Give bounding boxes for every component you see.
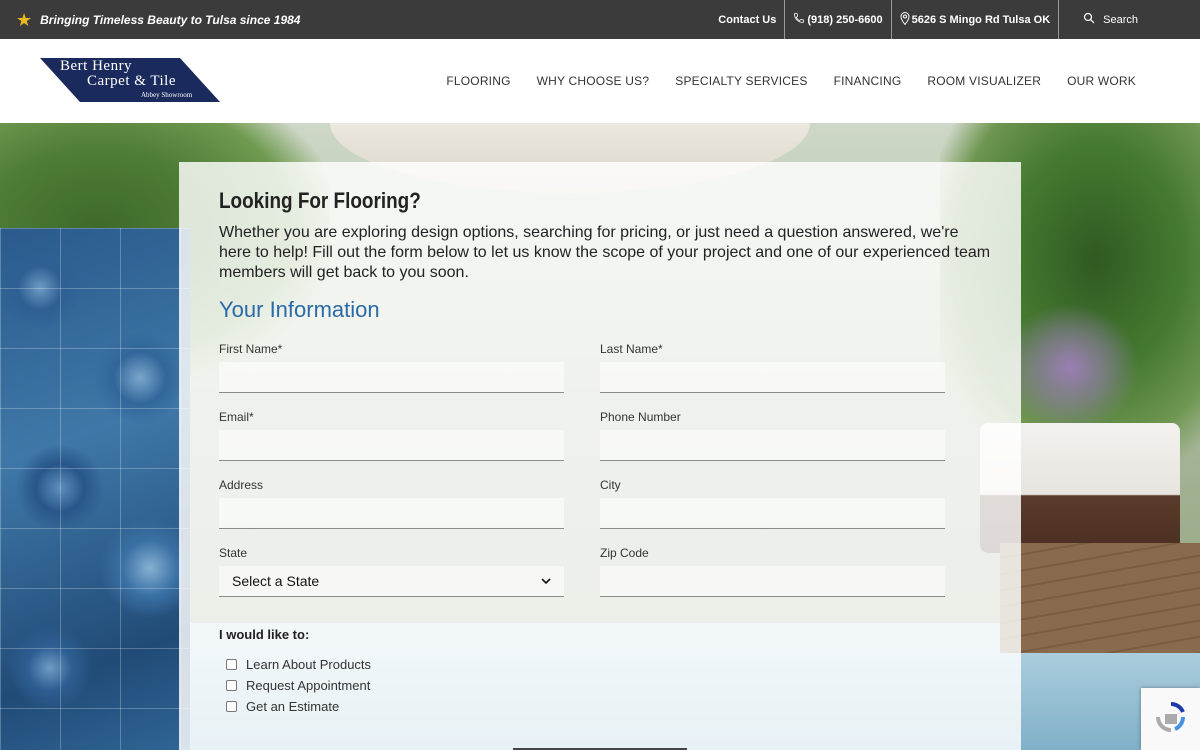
last-name-label: Last Name*: [600, 342, 663, 356]
email-input[interactable]: [219, 430, 564, 461]
city-input[interactable]: [600, 498, 945, 529]
option-label: Learn About Products: [246, 657, 372, 672]
address-field: Address: [219, 478, 564, 529]
address-input[interactable]: [219, 498, 564, 529]
section-title: Your Information: [219, 297, 380, 322]
options-label: I would like to:: [219, 627, 310, 642]
address-link[interactable]: 5626 S Mingo Rd Tulsa OK: [890, 0, 1059, 39]
state-label: State: [219, 546, 248, 560]
checkbox[interactable]: [226, 659, 237, 670]
top-bar: ★ Bringing Timeless Beauty to Tulsa sinc…: [0, 0, 1200, 39]
last-name-input[interactable]: [600, 362, 945, 393]
address-text: 5626 S Mingo Rd Tulsa OK: [911, 13, 1051, 26]
form-intro: Whether you are exploring design options…: [219, 224, 991, 281]
search-label: Search: [1103, 13, 1138, 26]
option-label: Request Appointment: [246, 678, 371, 693]
map-pin-icon: [900, 11, 910, 28]
option-label: Get an Estimate: [246, 699, 340, 714]
first-name-field: First Name*: [219, 342, 564, 393]
tagline: ★ Bringing Timeless Beauty to Tulsa sinc…: [16, 0, 300, 39]
contact-form-panel: Looking For Flooring? Whether you are ex…: [179, 162, 1021, 750]
checkbox[interactable]: [226, 701, 237, 712]
nav-room-visualizer[interactable]: ROOM VISUALIZER: [927, 74, 1041, 88]
form-heading: Looking For Flooring?: [219, 188, 421, 213]
recaptcha-icon: [1154, 700, 1188, 739]
email-field: Email*: [219, 410, 564, 461]
options-list: Learn About Products Request Appointment…: [226, 654, 371, 717]
checkbox[interactable]: [226, 680, 237, 691]
site-header: Bert Henry Carpet & Tile Abbey Showroom …: [0, 39, 1200, 123]
nav-why-choose-us[interactable]: WHY CHOOSE US?: [537, 74, 650, 88]
contact-us-link[interactable]: Contact Us: [710, 0, 784, 39]
tagline-text: Bringing Timeless Beauty to Tulsa since …: [40, 12, 301, 27]
search-button[interactable]: Search: [1058, 0, 1200, 39]
logo-line-3: Abbey Showroom: [141, 91, 193, 99]
email-label: Email*: [219, 410, 254, 424]
logo[interactable]: Bert Henry Carpet & Tile Abbey Showroom: [40, 58, 220, 102]
address-label: Address: [219, 478, 264, 492]
star-icon: ★: [16, 9, 33, 30]
nav-specialty-services[interactable]: SPECIALTY SERVICES: [675, 74, 807, 88]
option-request-appointment[interactable]: Request Appointment: [226, 675, 371, 696]
phone-field: Phone Number: [600, 410, 945, 461]
nav-financing[interactable]: FINANCING: [834, 74, 902, 88]
nav-our-work[interactable]: OUR WORK: [1067, 74, 1136, 88]
city-field: City: [600, 478, 945, 529]
main-nav: FLOORING WHY CHOOSE US? SPECIALTY SERVIC…: [420, 39, 1136, 123]
zip-field: Zip Code: [600, 546, 945, 597]
chevron-down-icon: [541, 574, 551, 588]
search-icon: [1083, 12, 1095, 27]
top-links: Contact Us (918) 250-6600 5626 S Mingo R…: [710, 0, 1200, 39]
nav-flooring[interactable]: FLOORING: [446, 74, 510, 88]
phone-input[interactable]: [600, 430, 945, 461]
first-name-label: First Name*: [219, 342, 283, 356]
logo-line-2: Carpet & Tile: [87, 73, 177, 89]
zip-input[interactable]: [600, 566, 945, 597]
recaptcha-badge[interactable]: [1141, 688, 1200, 750]
state-select[interactable]: Select a State: [219, 566, 564, 597]
phone-link[interactable]: (918) 250-6600: [784, 0, 890, 39]
option-learn-about-products[interactable]: Learn About Products: [226, 654, 371, 675]
state-field: State Select a State: [219, 546, 564, 597]
phone-text: (918) 250-6600: [807, 13, 883, 26]
first-name-input[interactable]: [219, 362, 564, 393]
last-name-field: Last Name*: [600, 342, 945, 393]
city-label: City: [600, 478, 621, 492]
phone-icon: [793, 12, 805, 27]
phone-label: Phone Number: [600, 410, 681, 424]
option-get-an-estimate[interactable]: Get an Estimate: [226, 696, 371, 717]
state-select-value: Select a State: [232, 573, 320, 589]
zip-label: Zip Code: [600, 546, 649, 560]
